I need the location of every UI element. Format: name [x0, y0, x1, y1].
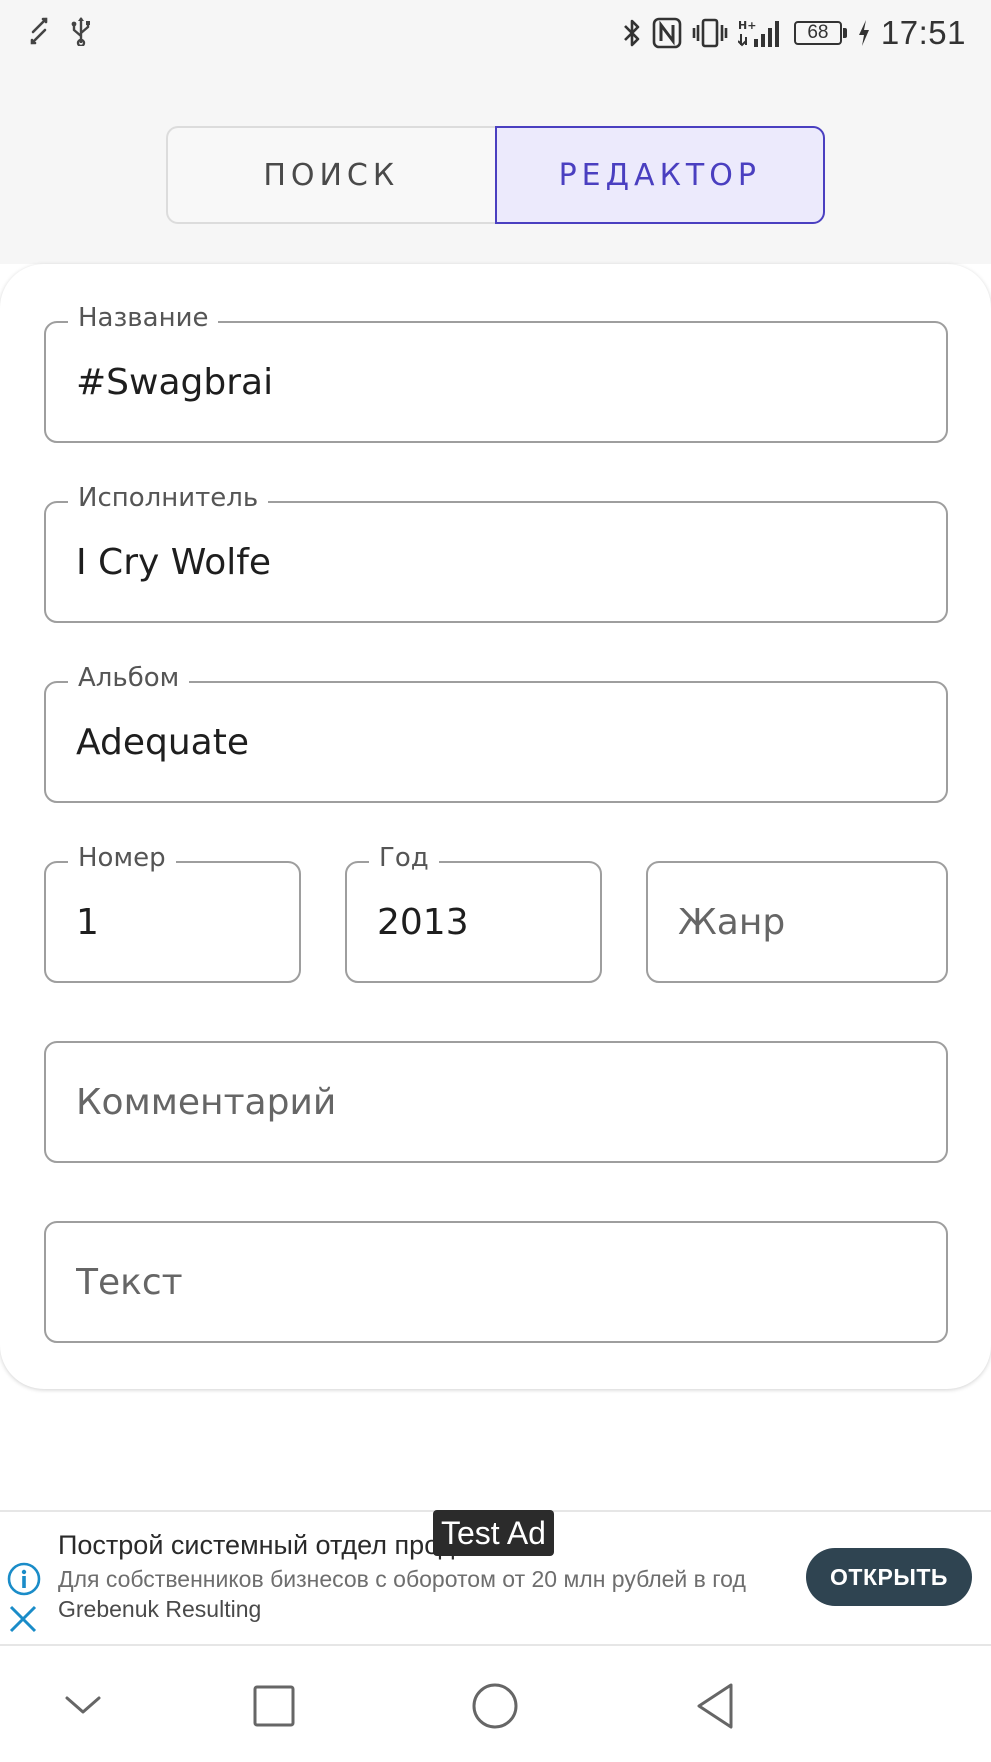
nfc-icon [652, 17, 682, 49]
charging-icon [857, 19, 871, 47]
status-bar: H+ 68 17:51 [0, 0, 991, 70]
title-input[interactable] [76, 323, 930, 441]
usb-icon [70, 16, 92, 46]
battery-icon: 68 [793, 21, 847, 45]
artist-field: Исполнитель [44, 480, 948, 623]
svg-text:H+: H+ [738, 19, 756, 32]
year-field: Год [345, 840, 602, 983]
navigation-bar [0, 1646, 991, 1762]
mode-tabs: ПОИСК РЕДАКТОР [166, 126, 825, 224]
home-icon[interactable] [465, 1676, 525, 1736]
lyrics-field [44, 1221, 948, 1343]
header: ПОИСК РЕДАКТОР [0, 70, 991, 264]
year-input[interactable] [377, 863, 584, 981]
tab-search[interactable]: ПОИСК [166, 126, 495, 224]
close-icon[interactable] [8, 1604, 38, 1638]
tab-editor[interactable]: РЕДАКТОР [494, 126, 825, 224]
recents-icon[interactable] [244, 1676, 304, 1736]
bluetooth-icon [622, 17, 642, 49]
test-ad-badge: Test Ad [433, 1510, 554, 1556]
battery-level: 68 [793, 21, 842, 45]
genre-field [646, 861, 948, 983]
screen-rotate-icon [30, 17, 48, 45]
ad-banner[interactable]: Построй системный отдел продаж Для собст… [0, 1510, 991, 1646]
track-number-field: Номер [44, 840, 301, 983]
info-icon[interactable] [6, 1561, 42, 1601]
clock: 17:51 [880, 14, 966, 51]
album-field: Альбом [44, 660, 948, 803]
ad-description: Для собственников бизнесов с оборотом от… [58, 1566, 746, 1592]
vibrate-icon [692, 17, 728, 49]
track-number-input[interactable] [76, 863, 283, 981]
lyrics-input[interactable] [76, 1223, 930, 1341]
comment-field [44, 1041, 948, 1163]
comment-input[interactable] [76, 1043, 930, 1161]
editor-form-card: Название Исполнитель Альбом Номер Год [0, 264, 991, 1389]
back-icon[interactable] [685, 1676, 745, 1736]
ad-open-button[interactable]: ОТКРЫТЬ [806, 1548, 972, 1606]
album-input[interactable] [76, 683, 930, 801]
ad-advertiser: Grebenuk Resulting [58, 1596, 262, 1622]
chevron-down-icon[interactable] [53, 1676, 113, 1736]
signal-icon: H+ [737, 17, 784, 49]
genre-input[interactable] [678, 863, 930, 981]
artist-input[interactable] [76, 503, 930, 621]
title-field: Название [44, 300, 948, 443]
